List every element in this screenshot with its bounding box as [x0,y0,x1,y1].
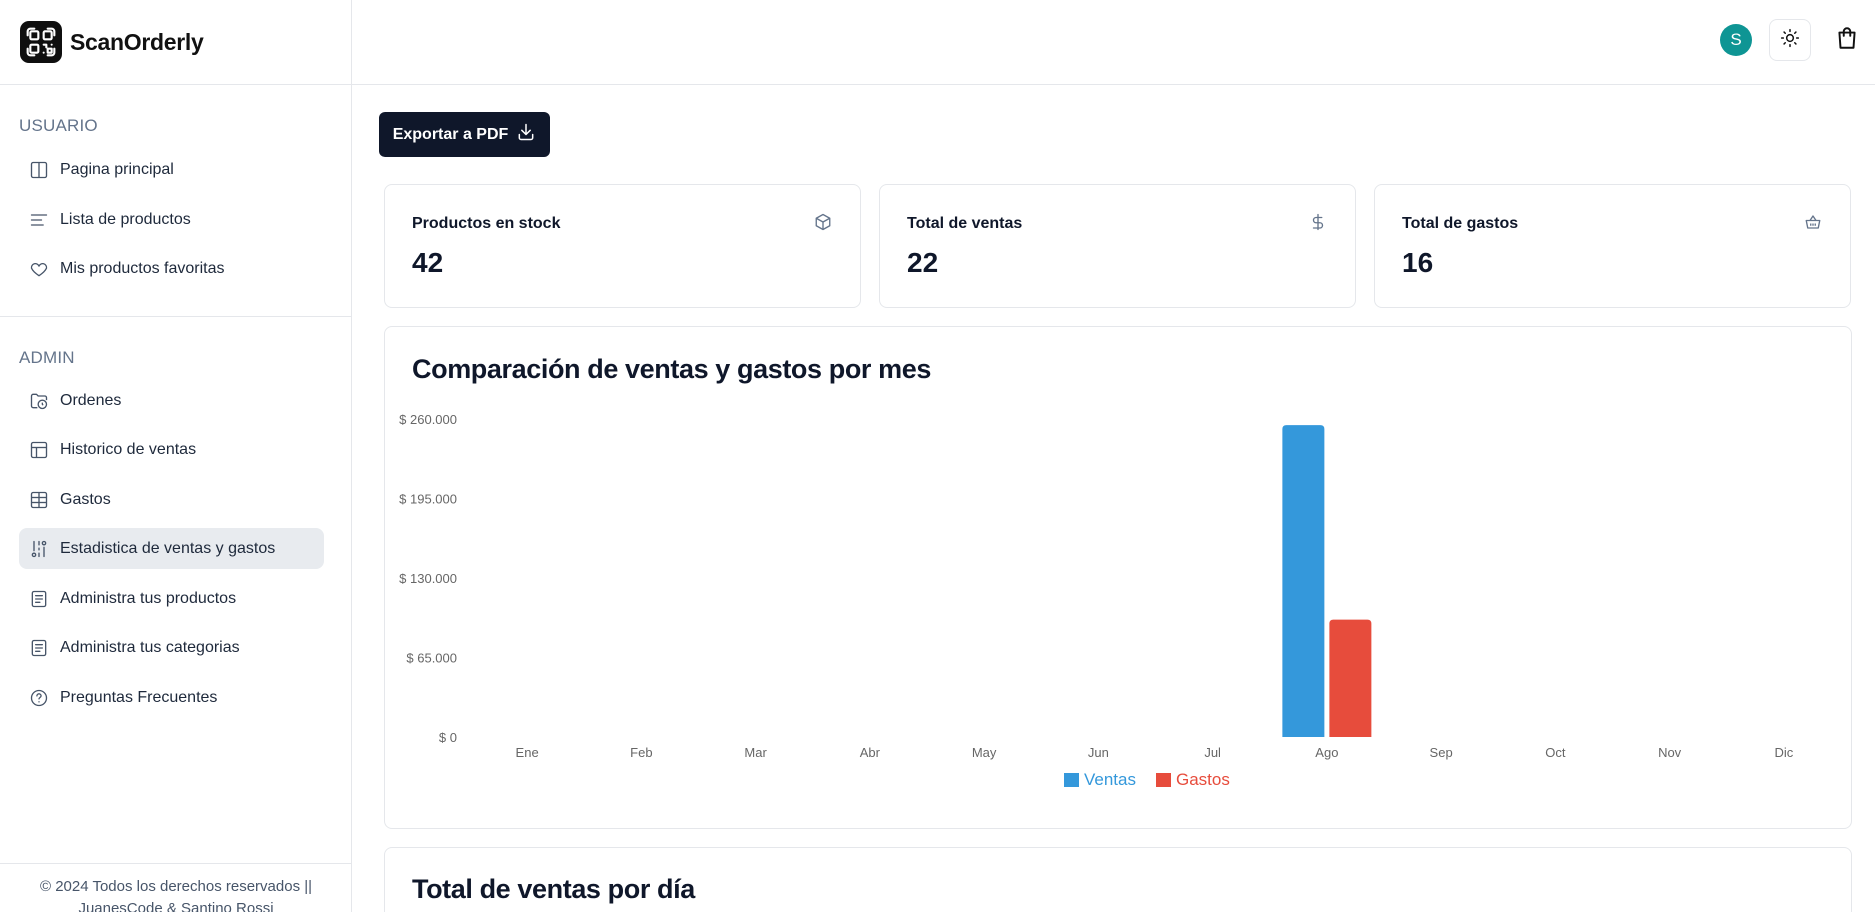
stat-value: 16 [1402,247,1434,278]
chart-card-ventas-gastos: Comparación de ventas y gastos por mes $… [384,326,1852,829]
brand[interactable]: ScanOrderly [0,0,351,85]
legend-swatch [1064,773,1079,787]
x-tick-label: Sep [1430,745,1453,760]
sidebar-item-label: Pagina principal [60,160,174,178]
y-tick-label: $ 65.000 [406,651,457,666]
sidebar-item-label: Administra tus productos [60,589,237,607]
sidebar-item-label: Gastos [60,490,111,508]
x-tick-label: Feb [630,745,652,760]
sidebar-item-pagina-principal[interactable]: Pagina principal [19,149,324,190]
brand-name: ScanOrderly [70,28,204,55]
sidebar-item-label: Estadistica de ventas y gastos [60,539,276,557]
list-icon [28,209,50,231]
legend-label: Gastos [1176,770,1230,789]
theme-toggle-button[interactable] [1769,19,1811,61]
sidebar-item-estadistica[interactable]: Estadistica de ventas y gastos [19,528,324,569]
stat-value: 42 [412,247,444,278]
stat-title: Productos en stock [412,215,561,232]
table-icon [28,439,50,461]
stat-title: Total de gastos [1402,215,1519,232]
stat-card-gastos: Total de gastos 16 [1374,184,1851,308]
sidebar-item-label: Preguntas Frecuentes [60,688,218,706]
sidebar-item-preguntas-frecuentes[interactable]: Preguntas Frecuentes [19,677,324,718]
sidebar-item-ordenes[interactable]: Ordenes [19,380,324,421]
sidebar-item-favoritos[interactable]: Mis productos favoritas [19,248,324,289]
x-tick-label: May [972,745,997,760]
help-circle-icon [28,687,50,709]
sidebar-item-administra-categorias[interactable]: Administra tus categorias [19,627,324,668]
avatar[interactable]: S [1720,24,1752,56]
legend-swatch [1156,773,1171,787]
y-tick-label: $ 195.000 [399,492,457,507]
folder-clock-icon [28,390,50,412]
export-pdf-label: Exportar a PDF [392,125,509,143]
x-tick-label: Ene [516,745,539,760]
sidebar-item-label: Mis productos favoritas [60,259,225,277]
basket-icon [1804,213,1824,233]
x-tick-label: Mar [744,745,767,760]
cart-button[interactable] [1826,19,1868,61]
bar-ventas [1282,425,1325,737]
stat-card-stock: Productos en stock 42 [384,184,861,308]
route-icon [28,538,50,560]
sidebar-item-lista-productos[interactable]: Lista de productos [19,199,324,240]
sidebar-item-gastos[interactable]: Gastos [19,479,324,520]
file-list-icon [28,588,50,610]
book-icon [28,159,50,181]
sidebar: ScanOrderly USUARIO Pagina principal Lis… [0,0,352,912]
y-tick-label: $ 0 [439,730,457,745]
x-tick-label: Jun [1088,745,1109,760]
footer-line: © 2024 Todos los derechos reservados || [39,878,313,895]
sidebar-item-label: Lista de productos [60,210,191,228]
section-title-usuario: USUARIO [19,116,98,135]
shopping-bag-icon [1834,25,1860,56]
sidebar-item-label: Historico de ventas [60,440,197,458]
sidebar-item-historico-ventas[interactable]: Historico de ventas [19,429,324,470]
stat-card-ventas: Total de ventas 22 [879,184,1356,308]
y-tick-label: $ 130.000 [399,571,457,586]
x-tick-label: Jul [1204,745,1221,760]
x-tick-label: Nov [1658,745,1682,760]
bar-gastos [1329,619,1372,737]
topbar [352,0,1875,85]
stat-value: 22 [907,247,939,278]
stat-title: Total de ventas [907,215,1023,232]
heart-icon [28,258,50,280]
dollar-icon [1309,213,1329,233]
bar-chart: $ 0 $ 65.000 $ 130.000 $ 195.000 $ 260.000 En… [399,412,1794,789]
footer-line: JuanesCode & Santino Rossi [78,900,274,912]
export-pdf-button[interactable]: Exportar a PDF [379,112,550,157]
file-list-icon [28,637,50,659]
avatar-letter: S [1730,30,1742,49]
sidebar-divider [0,316,352,317]
sun-icon [1780,28,1800,53]
box-icon [814,213,834,233]
section-title-admin: ADMIN [19,348,75,367]
download-icon [516,122,536,147]
chart-title: Total de ventas por día [412,874,695,904]
x-tick-label: Oct [1545,745,1566,760]
grid-icon [28,489,50,511]
sidebar-item-administra-productos[interactable]: Administra tus productos [19,578,324,619]
y-tick-label: $ 260.000 [399,412,457,427]
chart-card-ventas-dia: Total de ventas por día [384,847,1852,912]
qr-logo-icon [20,21,62,63]
legend-label: Ventas [1084,770,1136,789]
sidebar-item-label: Ordenes [60,391,122,409]
x-tick-label: Ago [1315,745,1338,760]
x-tick-label: Dic [1774,745,1793,760]
x-tick-label: Abr [860,745,881,760]
footer: © 2024 Todos los derechos reservados || … [0,863,352,912]
sidebar-item-label: Administra tus categorias [60,638,240,656]
